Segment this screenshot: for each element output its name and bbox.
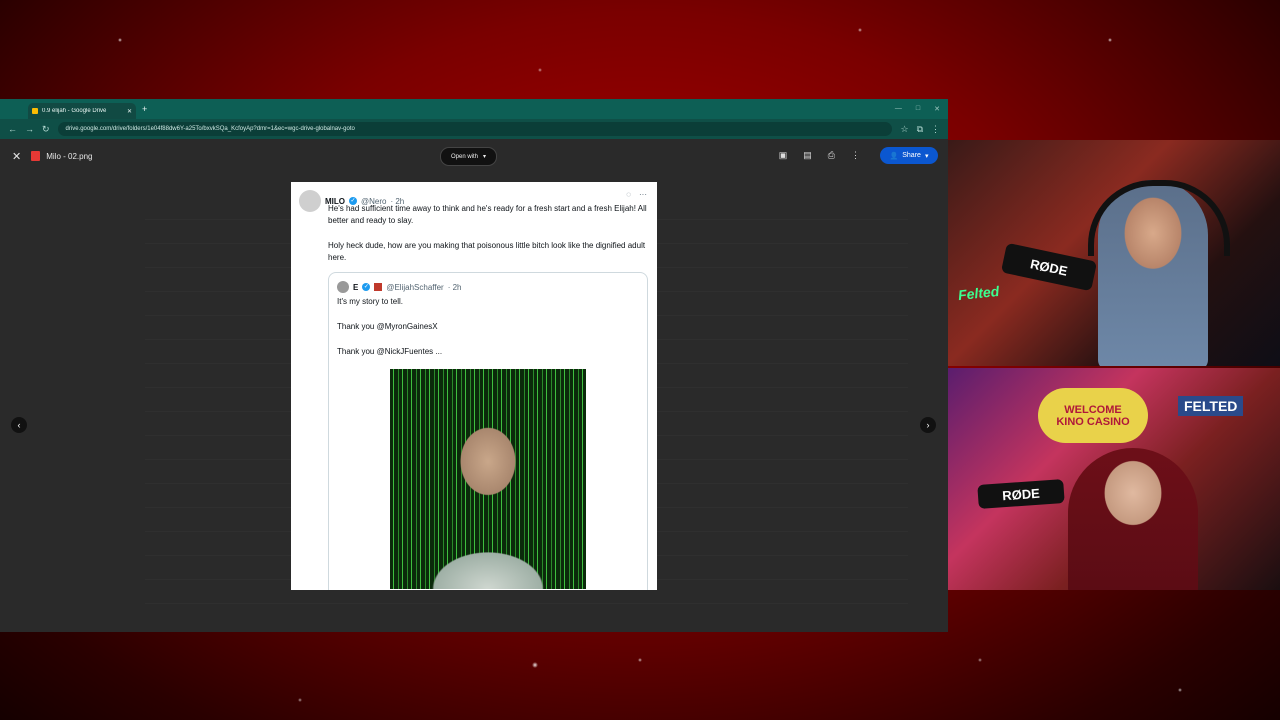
quoted-verified-icon: ✓ (362, 283, 371, 291)
share-chevron-icon[interactable]: ▾ (925, 152, 929, 160)
chevron-left-icon[interactable]: ‹ (11, 417, 27, 433)
sign-bottom: KINO CASINO (1056, 415, 1130, 428)
add-to-drive-icon[interactable]: ▣ (779, 150, 788, 161)
quoted-tweet-header: E ✓ @ElijahSchaffer · 2h (337, 281, 461, 293)
file-name: Milo - 02.png (46, 151, 93, 161)
tab-drive[interactable]: 0.9 elijah - Google Drive ✕ (28, 103, 136, 119)
streamer-2 (1068, 448, 1198, 590)
tab-close-icon[interactable]: ✕ (127, 108, 132, 115)
share-button[interactable]: 👤 Share ▾ (880, 147, 938, 164)
chevron-down-icon: ▾ (483, 154, 487, 160)
forward-icon[interactable]: → (25, 124, 34, 134)
extensions-icon[interactable]: ⧉ (917, 124, 923, 135)
tweet-text-2: Holy heck dude, how are you making that … (328, 241, 646, 262)
quoted-line-1: It's my story to tell. (337, 297, 403, 306)
webcam-bottom: WELCOME KINO CASINO FELTED RØDE (948, 368, 1280, 590)
quoted-photo (390, 369, 586, 589)
grok-icon: ◌ (626, 190, 631, 199)
welcome-sign: WELCOME KINO CASINO (1038, 388, 1148, 443)
window-close-icon[interactable]: ✕ (934, 105, 940, 113)
close-icon[interactable]: ✕ (12, 150, 21, 163)
tweet-icons: ◌ ··· (626, 190, 647, 199)
quoted-author-name: E (353, 282, 359, 292)
new-tab-icon[interactable]: + (142, 104, 147, 114)
star-icon[interactable]: ☆ (900, 124, 908, 135)
quoted-line-3: Thank you @NickJFuentes ... (337, 347, 443, 356)
tab-title: 0.9 elijah - Google Drive (42, 108, 107, 114)
drive-favicon-icon (32, 108, 38, 114)
mic-1: RØDE (1000, 242, 1098, 292)
print-icon[interactable]: ⎙ (828, 150, 835, 161)
chevron-right-icon[interactable]: › (920, 417, 936, 433)
more-icon[interactable]: ⋮ (851, 150, 860, 161)
affiliate-badge-icon (374, 283, 383, 291)
mic-2-brand: RØDE (1001, 485, 1041, 503)
address-bar-row: ← → ↻ drive.google.com/drive/folders/1e0… (0, 119, 948, 139)
felted-sign: FELTED (1178, 396, 1244, 416)
quoted-time: · 2h (447, 282, 462, 292)
refresh-icon[interactable]: ↻ (42, 124, 50, 135)
sign-top: WELCOME (1064, 403, 1122, 416)
quoted-tweet: E ✓ @ElijahSchaffer · 2h It's my story t… (328, 272, 648, 590)
menu-icon[interactable]: ⋮ (931, 124, 940, 135)
viewer-actions: ▣ ▤ ⎙ ⋮ (779, 150, 860, 161)
tab-bar: 0.9 elijah - Google Drive ✕ + — □ ✕ (0, 99, 948, 119)
open-with-label: Open with (451, 153, 479, 160)
tweet-screenshot: MILO ✓ @Nero · 2h ◌ ··· He's had suffici… (291, 182, 657, 590)
maximize-icon[interactable]: □ (916, 105, 920, 113)
quoted-avatar (337, 281, 349, 293)
quoted-line-2: Thank you @MyronGainesX (337, 322, 438, 331)
mic-2: RØDE (977, 479, 1065, 509)
avatar (299, 190, 321, 212)
image-file-icon (31, 151, 41, 161)
open-with-button[interactable]: Open with ▾ (440, 147, 498, 166)
mic-1-brand: RØDE (1029, 255, 1069, 279)
headphones-1 (1088, 180, 1230, 256)
url-text: drive.google.com/drive/folders/1e04f88dw… (65, 126, 355, 132)
url-field[interactable]: drive.google.com/drive/folders/1e04f88dw… (57, 122, 893, 136)
tweet-text-1: He's had sufficient time away to think a… (328, 204, 647, 225)
felted-neon-sign: Felted (957, 282, 1000, 304)
tweet-more-icon: ··· (639, 190, 647, 199)
minimize-icon[interactable]: — (895, 105, 902, 113)
comment-icon[interactable]: ▤ (803, 150, 812, 161)
share-user-icon: 👤 (889, 152, 899, 160)
back-icon[interactable]: ← (8, 124, 17, 134)
webcam-top: RØDE Felted (948, 140, 1280, 366)
quoted-handle: @ElijahSchaffer (386, 282, 444, 292)
share-label: Share (902, 152, 921, 159)
